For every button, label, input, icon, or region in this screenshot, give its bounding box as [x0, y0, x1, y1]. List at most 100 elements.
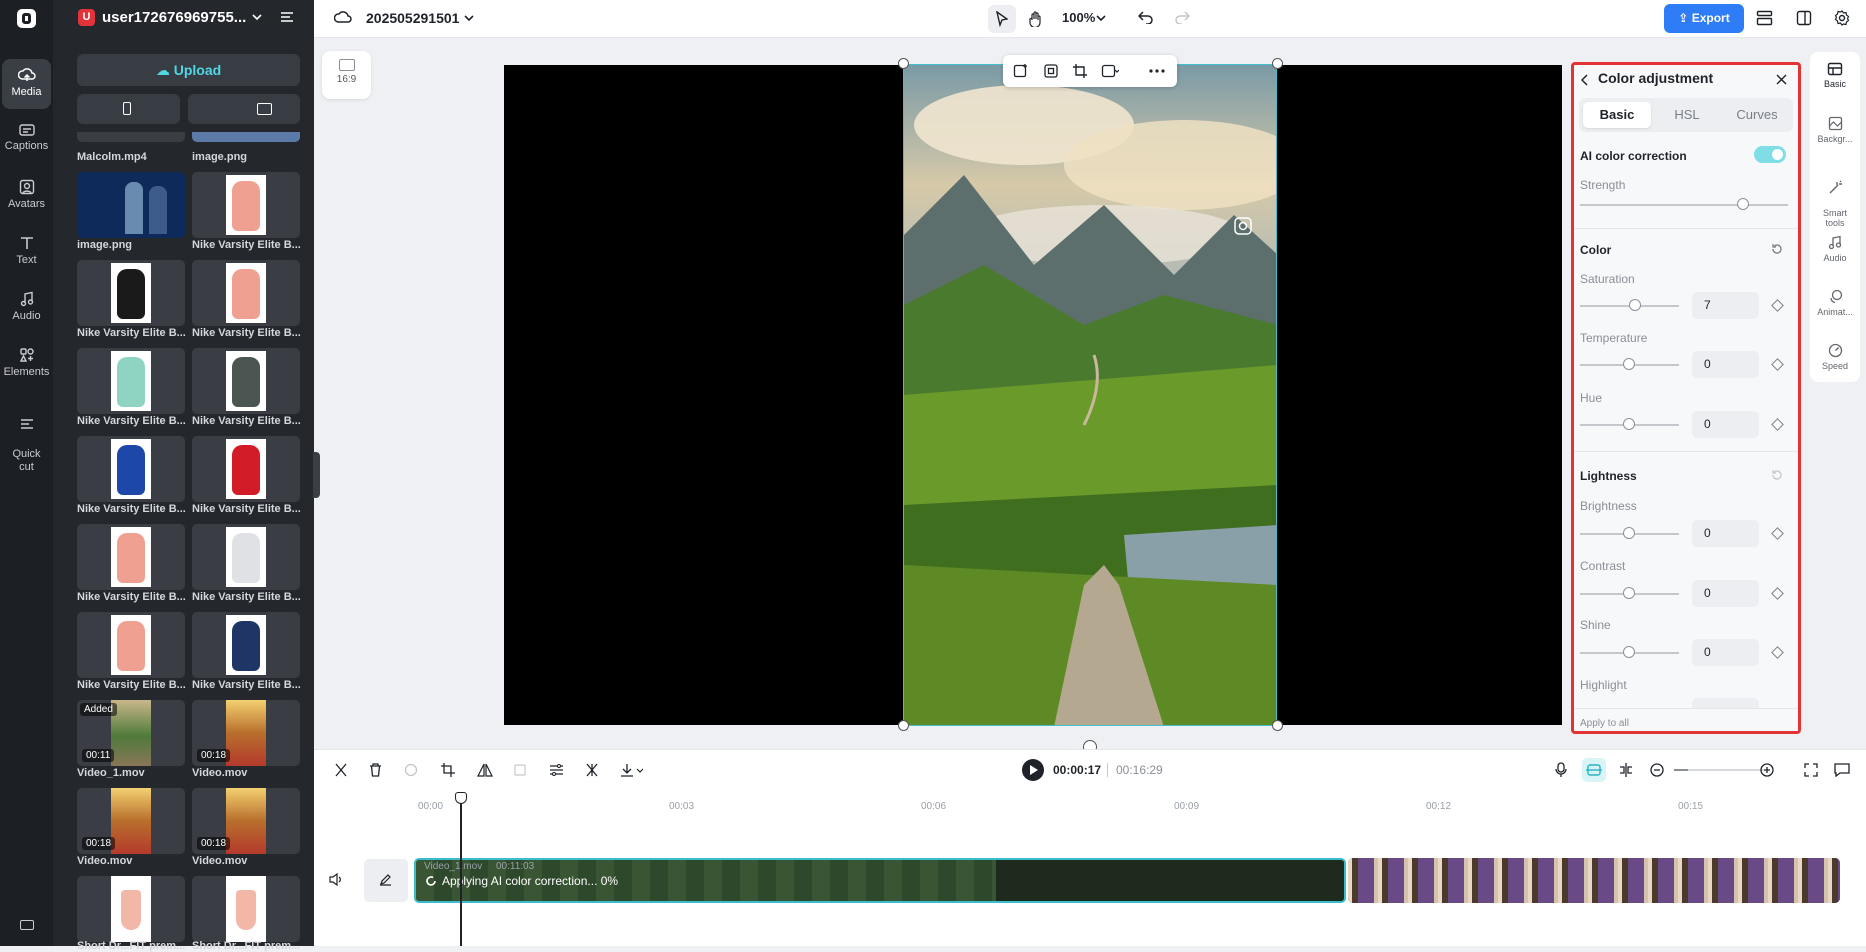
chevron-down-icon[interactable] — [1096, 14, 1106, 22]
rail-item-text[interactable]: Text — [2, 227, 51, 277]
shine-slider-knob[interactable] — [1623, 646, 1635, 658]
media-thumb-dress[interactable] — [192, 876, 300, 942]
rail-item-avatars[interactable]: Avatars — [2, 171, 51, 221]
brightness-slider-knob[interactable] — [1623, 527, 1635, 539]
zoom-out-icon[interactable] — [1650, 763, 1664, 777]
media-thumb-video[interactable]: 00:18 — [77, 788, 185, 854]
tab-basic[interactable]: Basic — [1583, 102, 1651, 128]
flip-icon[interactable] — [477, 763, 493, 777]
media-thumb-video[interactable]: 00:18 — [192, 788, 300, 854]
keyframe-diamond-icon[interactable] — [1771, 418, 1784, 431]
resize-handle-bottom-left[interactable] — [898, 720, 909, 731]
download-icon[interactable] — [620, 763, 644, 777]
gear-icon[interactable] — [1834, 10, 1850, 26]
strength-slider[interactable] — [1580, 204, 1788, 206]
media-thumb-backpack[interactable] — [192, 172, 300, 238]
zoom-level[interactable]: 100% — [1062, 10, 1095, 25]
keyframe-diamond-icon[interactable] — [1771, 646, 1784, 659]
media-thumb-backpack[interactable] — [192, 436, 300, 502]
play-button[interactable] — [1022, 759, 1044, 781]
media-thumb-backpack[interactable] — [192, 260, 300, 326]
media-thumb-image-2[interactable] — [77, 172, 185, 238]
chevron-down-icon[interactable] — [464, 14, 474, 22]
crop-icon[interactable] — [1072, 63, 1088, 79]
timeline-zoom-slider[interactable] — [1674, 769, 1764, 771]
saturation-slider-knob[interactable] — [1629, 299, 1641, 311]
media-thumb-backpack[interactable] — [77, 260, 185, 326]
select-tool-button[interactable] — [988, 5, 1016, 33]
microphone-icon[interactable] — [1555, 762, 1567, 778]
video-frame[interactable] — [903, 64, 1277, 726]
crop-icon[interactable] — [441, 763, 455, 777]
upload-button[interactable]: ☁ Upload — [77, 54, 300, 86]
contrast-input[interactable]: 0 — [1692, 580, 1759, 607]
resize-handle-top-right[interactable] — [1272, 58, 1283, 69]
workspace-name[interactable]: user172676969755... — [102, 9, 246, 26]
rail-item-audio[interactable]: Audio — [2, 283, 51, 333]
media-thumb-backpack[interactable] — [192, 524, 300, 590]
rail-item-media[interactable]: Media — [2, 59, 51, 109]
aspect-ratio-button[interactable]: 16:9 — [322, 51, 371, 99]
avatar-clip[interactable] — [1348, 858, 1840, 903]
tool-smart[interactable]: Smart tools — [1810, 170, 1860, 228]
feedback-icon[interactable] — [1834, 763, 1850, 777]
trash-icon[interactable] — [369, 763, 382, 777]
playhead-handle[interactable] — [455, 792, 467, 804]
keyframe-diamond-icon[interactable] — [1771, 299, 1784, 312]
media-thumb-backpack[interactable] — [77, 524, 185, 590]
media-thumb-backpack[interactable] — [192, 348, 300, 414]
track-cover-button[interactable] — [364, 859, 408, 902]
adjust-icon[interactable] — [549, 763, 564, 777]
hand-tool-button[interactable] — [1022, 5, 1050, 33]
hue-input[interactable]: 0 — [1692, 411, 1759, 438]
menu-lines-icon[interactable] — [280, 11, 294, 23]
panel-layout-icon[interactable] — [1796, 10, 1812, 26]
media-thumb-dress[interactable] — [77, 876, 185, 942]
media-thumb-backpack[interactable] — [192, 612, 300, 678]
rail-item-captions[interactable]: Captions — [2, 115, 51, 165]
split-scene-icon[interactable] — [1618, 763, 1634, 777]
tab-curves[interactable]: Curves — [1723, 102, 1791, 128]
video-clip[interactable]: Video_1.mov 00:11:03 Applying AI color c… — [414, 858, 1346, 903]
tab-hsl[interactable]: HSL — [1653, 102, 1721, 128]
media-thumb-backpack[interactable] — [77, 348, 185, 414]
replace-image-icon[interactable] — [1013, 63, 1029, 79]
apply-to-all-button[interactable]: Apply to all — [1580, 718, 1629, 729]
ratio-portrait-button[interactable] — [77, 94, 180, 124]
cloud-sync-icon[interactable] — [334, 10, 352, 24]
ai-correction-toggle[interactable] — [1754, 146, 1786, 163]
undo-icon[interactable] — [1138, 10, 1154, 24]
media-thumb-malcolm[interactable] — [77, 132, 185, 142]
media-thumb-image-1[interactable] — [192, 132, 300, 142]
smart-crop-icon[interactable] — [1043, 63, 1059, 79]
keyboard-icon[interactable] — [20, 920, 34, 930]
media-thumb-backpack[interactable] — [77, 436, 185, 502]
keyframe-diamond-icon[interactable] — [1771, 358, 1784, 371]
panel-collapse-handle[interactable] — [313, 452, 320, 498]
tool-audio[interactable]: Audio — [1810, 235, 1860, 263]
tool-background[interactable]: Backgr... — [1810, 116, 1860, 144]
speed-ramp-icon[interactable] — [585, 763, 599, 777]
saturation-input[interactable]: 7 — [1692, 292, 1759, 319]
tool-speed[interactable]: Speed — [1810, 343, 1860, 371]
shine-input[interactable]: 0 — [1692, 639, 1759, 666]
rail-item-quick-cut[interactable]: Quick cut — [2, 395, 51, 473]
hue-slider-knob[interactable] — [1623, 418, 1635, 430]
track-volume-icon[interactable] — [329, 873, 343, 886]
resize-handle-bottom-right[interactable] — [1272, 720, 1283, 731]
fit-icon[interactable] — [1804, 763, 1818, 777]
media-thumb-video-1[interactable]: Added 00:11 — [77, 700, 185, 766]
layers-icon[interactable] — [1756, 10, 1773, 26]
keyframe-diamond-icon[interactable] — [1771, 587, 1784, 600]
tool-animation[interactable]: Animat... — [1810, 289, 1860, 317]
contrast-slider-knob[interactable] — [1623, 587, 1635, 599]
resize-handle-top-left[interactable] — [898, 58, 909, 69]
reset-icon[interactable] — [1771, 243, 1783, 255]
playhead[interactable] — [455, 792, 467, 946]
app-logo[interactable] — [17, 9, 36, 28]
media-thumb-video[interactable]: 00:18 — [192, 700, 300, 766]
brightness-input[interactable]: 0 — [1692, 520, 1759, 547]
export-button[interactable]: ⇪ Export — [1664, 4, 1744, 33]
keyframe-diamond-icon[interactable] — [1771, 527, 1784, 540]
mask-icon[interactable] — [1101, 63, 1119, 79]
